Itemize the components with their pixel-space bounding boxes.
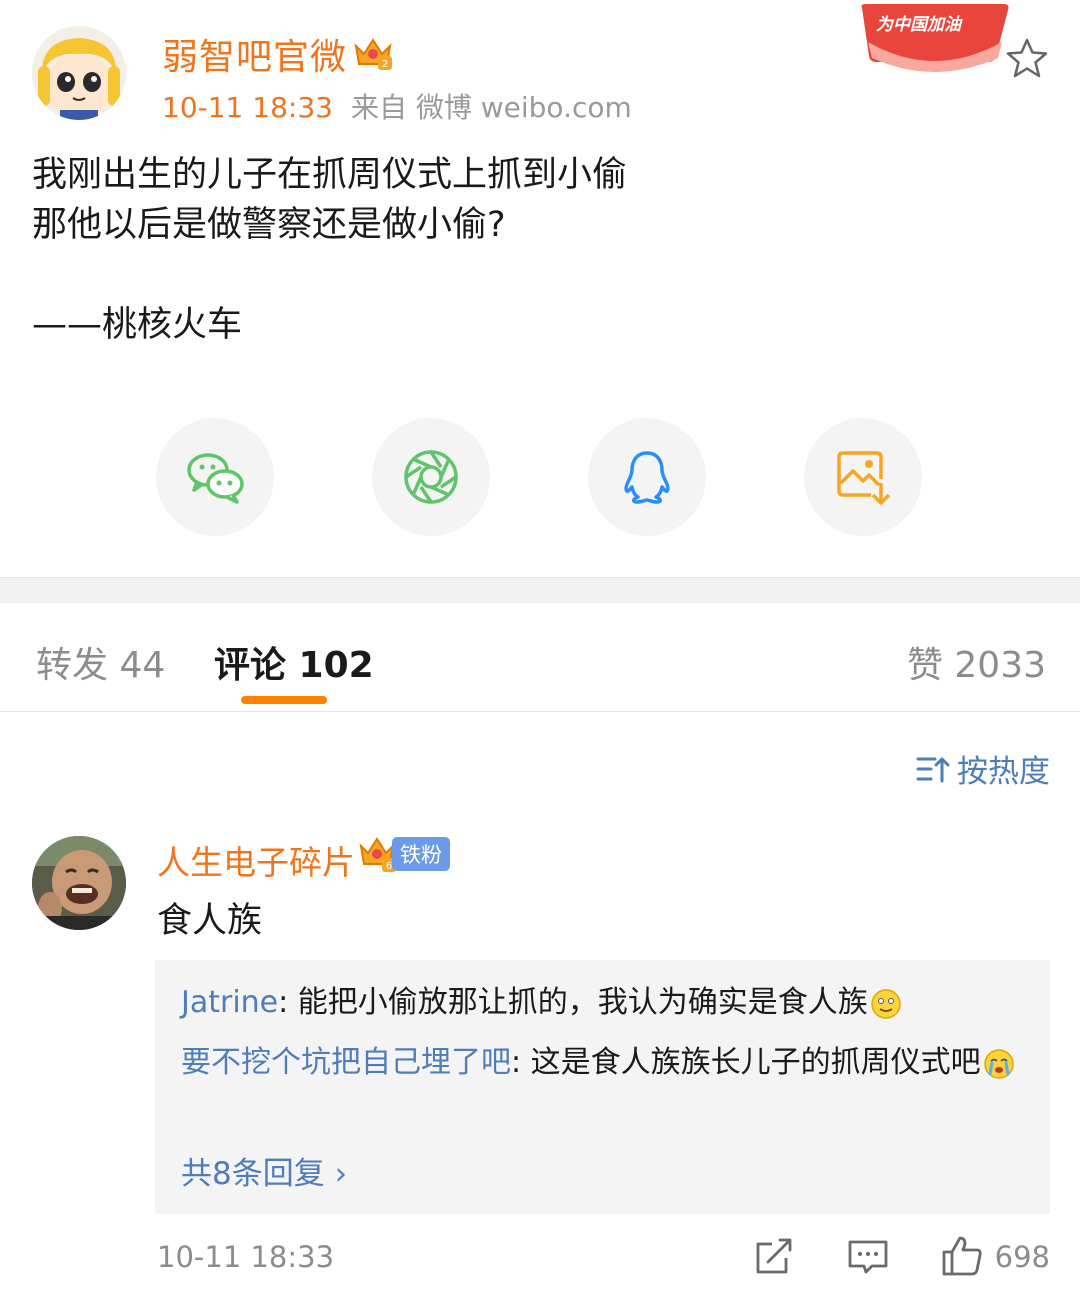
section-divider bbox=[0, 577, 1080, 603]
favorite-star-icon[interactable] bbox=[1004, 36, 1050, 80]
commenter-badges: 6 铁粉 bbox=[358, 834, 450, 874]
iron-fan-badge: 铁粉 bbox=[392, 837, 450, 871]
view-all-replies-link[interactable]: 共8条回复 › bbox=[181, 1148, 347, 1193]
commenter-name[interactable]: 人生电子碎片 bbox=[157, 836, 355, 884]
comment-text: 食人族 bbox=[157, 901, 263, 941]
thumbs-up-icon[interactable] bbox=[940, 1234, 984, 1278]
commenter-avatar[interactable] bbox=[32, 836, 126, 930]
cheer-badge[interactable]: 为中国加油 bbox=[856, 2, 1012, 74]
author-avatar[interactable] bbox=[32, 26, 126, 120]
replies-box[interactable]: Jatrine: 能把小偷放那让抓的，我认为确实是食人族 要不挖个坑把自己埋了吧… bbox=[155, 960, 1050, 1214]
commenter-avatar-image bbox=[32, 836, 126, 930]
post-meta: 10-11 18:33 来自 微博 weibo.com bbox=[162, 86, 632, 126]
repost-icon[interactable] bbox=[752, 1234, 796, 1278]
comment-time: 10-11 18:33 bbox=[157, 1240, 335, 1274]
reply-comment-icon[interactable] bbox=[846, 1234, 890, 1278]
sort-by-hot-button[interactable]: 按热度 bbox=[915, 746, 1050, 791]
tab-comment[interactable]: 评论 102 bbox=[214, 636, 374, 688]
comment-like-count: 698 bbox=[994, 1240, 1050, 1274]
reply-user[interactable]: Jatrine bbox=[181, 985, 278, 1020]
reply-text: : 这是食人族族长儿子的抓周仪式吧 bbox=[511, 1045, 981, 1080]
reply-item: Jatrine: 能把小偷放那让抓的，我认为确实是食人族 bbox=[181, 980, 1026, 1026]
share-wechat-button[interactable] bbox=[156, 418, 274, 536]
post-source: 来自 微博 weibo.com bbox=[350, 91, 632, 124]
vip-crown-icon: 2 bbox=[354, 38, 392, 70]
post-line-1: 我刚出生的儿子在抓周仪式上抓到小偷 bbox=[32, 155, 628, 195]
reply-item: 要不挖个坑把自己埋了吧: 这是食人族族长儿子的抓周仪式吧 bbox=[181, 1040, 1026, 1086]
qq-icon bbox=[624, 451, 670, 504]
author-avatar-image bbox=[32, 26, 126, 120]
post-line-2: 那他以后是做警察还是做小偷? bbox=[32, 205, 506, 245]
sort-label: 按热度 bbox=[957, 754, 1050, 790]
share-qq-button[interactable] bbox=[588, 418, 706, 536]
sort-icon bbox=[916, 757, 950, 782]
doge-smile-emoji-icon bbox=[871, 988, 901, 1019]
post-content: 我刚出生的儿子在抓周仪式上抓到小偷 那他以后是做警察还是做小偷? bbox=[32, 150, 1032, 250]
active-tab-indicator bbox=[241, 696, 327, 704]
post-time: 10-11 18:33 bbox=[162, 91, 333, 124]
wechat-icon bbox=[187, 453, 244, 504]
cheer-badge-text: 为中国加油 bbox=[876, 15, 961, 35]
tabs-divider bbox=[0, 711, 1080, 712]
moments-icon bbox=[404, 450, 458, 504]
author-name[interactable]: 弱智吧官微 bbox=[162, 28, 347, 80]
tab-like[interactable]: 赞 2033 bbox=[907, 636, 1046, 688]
save-image-button[interactable] bbox=[804, 418, 922, 536]
post-signature: ——桃核火车 bbox=[32, 305, 243, 345]
vip-crown-icon: 6 bbox=[359, 837, 396, 872]
tab-repost[interactable]: 转发 44 bbox=[36, 636, 165, 688]
reply-text: : 能把小偷放那让抓的，我认为确实是食人族 bbox=[278, 985, 868, 1020]
reply-user[interactable]: 要不挖个坑把自己埋了吧 bbox=[181, 1045, 511, 1080]
share-moments-button[interactable] bbox=[372, 418, 490, 536]
save-image-icon bbox=[837, 451, 891, 505]
crying-emoji-icon bbox=[983, 1048, 1014, 1079]
svg-text:2: 2 bbox=[382, 59, 388, 70]
